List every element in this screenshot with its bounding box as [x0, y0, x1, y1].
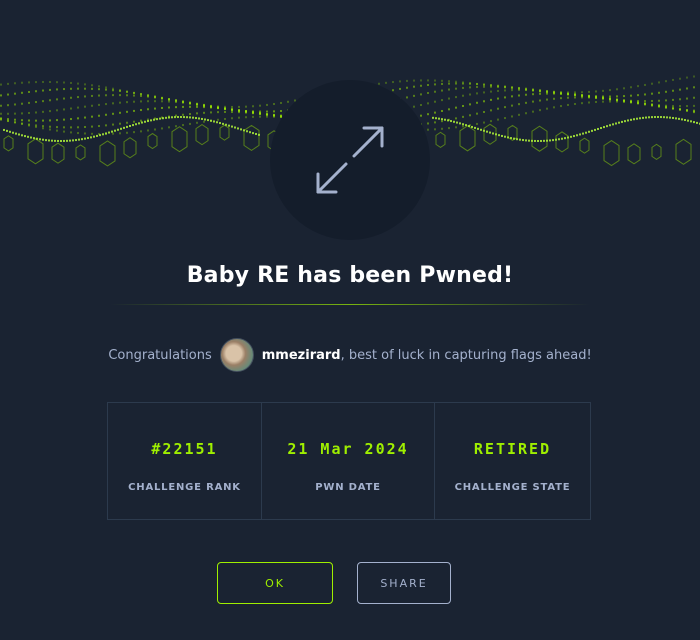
- congrats-suffix: , best of luck in capturing flags ahead!: [340, 347, 592, 363]
- avatar[interactable]: [219, 338, 254, 372]
- arrows-diagonal-icon: [316, 126, 384, 194]
- title-divider: [110, 304, 590, 305]
- stat-pwn-date: 21 Mar 2024 PWN DATE: [262, 403, 435, 519]
- stat-challenge-rank: #22151 CHALLENGE RANK: [108, 403, 262, 519]
- stat-label: CHALLENGE RANK: [128, 482, 241, 493]
- stat-label: PWN DATE: [315, 482, 381, 493]
- congrats-message: Congratulations mmezirard , best of luck…: [0, 338, 700, 372]
- stat-value: 21 Mar 2024: [287, 440, 409, 458]
- stats-panel: #22151 CHALLENGE RANK 21 Mar 2024 PWN DA…: [107, 402, 591, 520]
- page-title: Baby RE has been Pwned!: [186, 263, 514, 288]
- username-link[interactable]: mmezirard: [262, 348, 341, 363]
- congrats-prefix: Congratulations: [108, 347, 212, 363]
- stat-label: CHALLENGE STATE: [454, 482, 571, 493]
- stat-value: #22151: [151, 440, 218, 458]
- stat-value: RETIRED: [473, 440, 552, 458]
- share-button[interactable]: SHARE: [357, 562, 451, 604]
- ok-button[interactable]: OK: [217, 562, 333, 604]
- challenge-badge: [270, 80, 430, 240]
- stat-challenge-state: RETIRED CHALLENGE STATE: [435, 403, 590, 519]
